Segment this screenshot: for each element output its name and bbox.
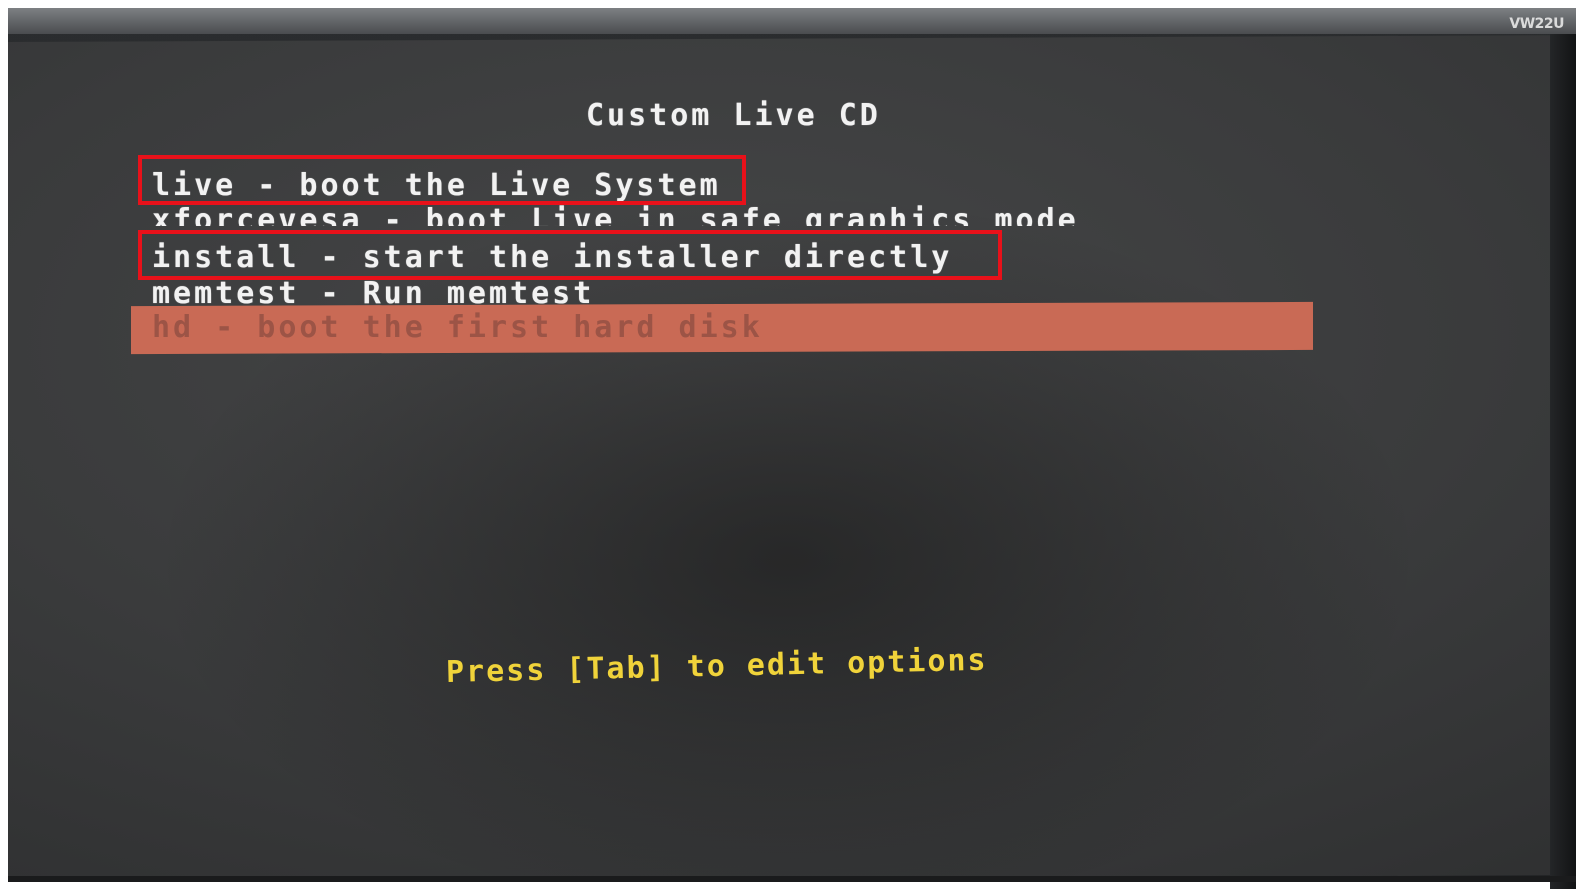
annotation-box-install (138, 230, 1002, 280)
monitor-bezel-top: VW22U (8, 8, 1576, 34)
monitor-bottom-edge (8, 876, 1576, 882)
photo-frame: VW22U Custom Live CD live - boot the Liv… (0, 0, 1576, 889)
boot-option-hd[interactable]: hd - boot the first hard disk (152, 310, 763, 345)
monitor-brand-label: VW22U (1509, 16, 1564, 32)
boot-menu-title: Custom Live CD (586, 98, 881, 133)
monitor-right-edge (1550, 34, 1576, 889)
annotation-box-live (138, 155, 746, 205)
